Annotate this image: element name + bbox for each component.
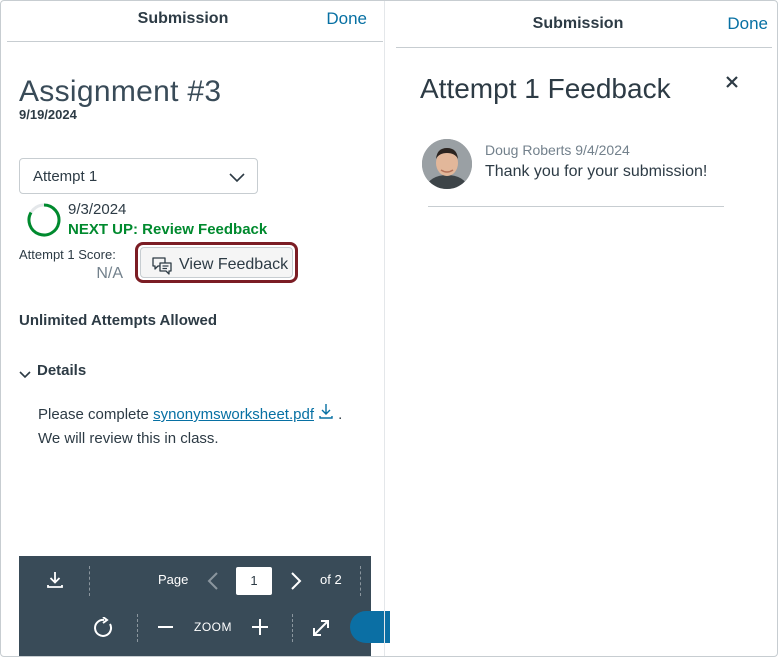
rotate-icon[interactable] <box>93 616 115 644</box>
close-icon[interactable] <box>725 75 739 94</box>
feedback-chat-icon <box>152 257 172 280</box>
done-button[interactable]: Done <box>326 9 367 29</box>
attempt-select-value: Attempt 1 <box>33 168 98 185</box>
page-number-input[interactable]: 1 <box>236 567 272 595</box>
view-feedback-button-body: View Feedback <box>140 247 293 278</box>
submission-pane: Submission Done Assignment #3 9/19/2024 … <box>1 1 390 656</box>
toolbar-divider <box>137 614 138 642</box>
assignment-title: Assignment #3 <box>19 75 222 108</box>
toolbar-divider <box>292 614 293 642</box>
comment-author-date: Doug Roberts 9/4/2024 <box>485 142 630 158</box>
avatar <box>422 139 472 189</box>
feedback-title: Attempt 1 Feedback <box>420 73 671 104</box>
chevron-right-icon[interactable] <box>290 571 302 596</box>
score-value: N/A <box>96 265 123 282</box>
assignment-due-date: 9/19/2024 <box>19 107 77 122</box>
header-title: Submission <box>137 10 229 27</box>
expand-icon[interactable] <box>311 618 331 643</box>
assignment-description: Please complete synonymsworksheet.pdf . … <box>38 403 368 451</box>
attempt-select[interactable]: Attempt 1 <box>19 158 258 194</box>
description-line2: We will review this in class. <box>38 430 219 448</box>
score-label: Attempt 1 Score: <box>19 247 116 262</box>
next-up-status: NEXT UP: Review Feedback <box>68 221 268 238</box>
view-feedback-button[interactable]: View Feedback <box>135 242 298 283</box>
chevron-left-icon[interactable] <box>207 571 219 596</box>
attachment-link[interactable]: synonymsworksheet.pdf <box>153 406 314 423</box>
submission-header: Submission Done <box>7 1 383 42</box>
submission-date: 9/3/2024 <box>68 201 127 218</box>
app-frame: Submission Done Assignment #3 9/19/2024 … <box>0 0 778 657</box>
progress-ring-icon <box>26 202 62 243</box>
download-icon[interactable] <box>45 570 65 595</box>
view-feedback-label: View Feedback <box>179 256 289 273</box>
toolbar-divider <box>89 566 90 596</box>
description-text-end: . <box>333 406 343 423</box>
details-label: Details <box>37 362 87 379</box>
zoom-out-icon[interactable] <box>158 626 173 628</box>
done-button[interactable]: Done <box>727 14 768 34</box>
zoom-label: ZOOM <box>194 620 232 634</box>
page-label: Page <box>158 572 189 587</box>
feedback-pane: Submission Done Attempt 1 Feedback Doug … <box>385 1 777 656</box>
chevron-down-icon <box>19 366 31 384</box>
page-count: of 2 <box>320 572 342 587</box>
header-title: Submission <box>532 15 624 32</box>
feedback-header: Submission Done <box>396 1 772 48</box>
comment-divider <box>428 206 724 207</box>
pdf-toolbar: Page 1 of 2 ZOOM <box>19 556 390 656</box>
zoom-in-icon[interactable] <box>251 618 269 641</box>
chevron-down-icon <box>229 170 245 188</box>
toolbar-divider <box>360 566 361 596</box>
download-icon[interactable] <box>318 403 334 427</box>
description-text: Please complete <box>38 406 154 423</box>
attempts-allowed: Unlimited Attempts Allowed <box>19 312 218 329</box>
comment-text: Thank you for your submission! <box>485 163 708 180</box>
